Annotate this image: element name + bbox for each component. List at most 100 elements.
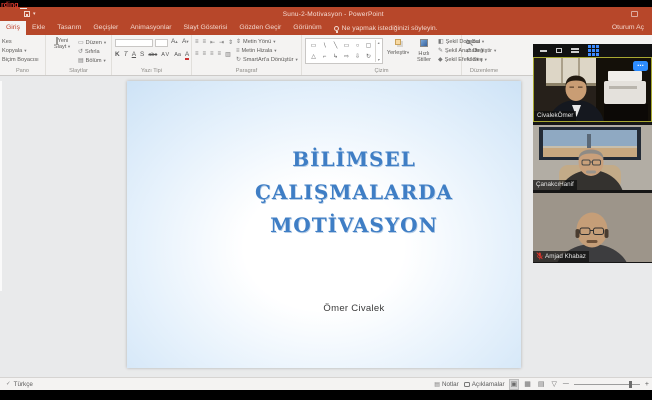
tab-gorunum[interactable]: Görünüm — [287, 21, 327, 35]
normal-view-button[interactable]: ▣ — [510, 380, 519, 389]
text-direction-button[interactable]: ⇕ Metin Yönü▾ — [236, 39, 276, 45]
shape-rectangle2-icon[interactable]: ▭ — [344, 42, 350, 49]
slideshow-button[interactable]: ▽ — [551, 380, 558, 389]
shapes-gallery[interactable]: ▭ ∖ ╲ ▭ ○ ▢ △ ⌐ ↳ ⇨ ⇩ ↻ ▴▾ — [305, 38, 383, 64]
justify-icon[interactable]: ≡ — [218, 51, 222, 58]
slide-title-textbox[interactable]: BİLİMSEL ÇALIŞMALARDA MOTİVASYON — [187, 143, 521, 242]
tab-ekle[interactable]: Ekle — [26, 21, 51, 35]
text-shadow-button[interactable]: S — [140, 51, 144, 58]
new-slide-button[interactable]: Yeni Slayt ▾ — [49, 38, 75, 50]
decrease-indent-icon[interactable]: ⇤ — [210, 39, 215, 46]
video-tile-canakci[interactable]: ÇanakcıHanif — [533, 125, 652, 190]
shape-rectangle-icon[interactable]: ▭ — [311, 42, 317, 49]
zoom-out-button[interactable]: — — [563, 381, 569, 387]
video-tile-civalek[interactable]: ... CivalekÖmer — [533, 57, 652, 122]
align-text-icon: ≡ — [236, 48, 240, 54]
shape-arrow-line-icon[interactable]: ╲ — [334, 42, 338, 49]
tab-animasyonlar[interactable]: Animasyonlar — [124, 21, 177, 35]
shape-line-icon[interactable]: ∖ — [323, 42, 327, 49]
select-button[interactable]: ↖ Seç▾ — [466, 57, 487, 63]
shape-effects-icon: ◆ — [438, 57, 443, 63]
speaker-view-icon[interactable] — [556, 48, 562, 53]
tab-slayt-gosterisi[interactable]: Slayt Gösterisi — [178, 21, 234, 35]
shapes-gallery-scrollbar[interactable]: ▴▾ — [375, 40, 381, 62]
tab-tasarim[interactable]: Tasarım — [51, 21, 87, 35]
shape-circular-arrow-icon[interactable]: ↻ — [366, 53, 371, 60]
shape-rounded-rect-icon[interactable]: ▢ — [366, 42, 372, 49]
shape-arrow-down-icon[interactable]: ⇩ — [355, 53, 360, 60]
ribbon-options-icon[interactable] — [631, 11, 638, 17]
italic-button[interactable]: T — [124, 51, 128, 58]
group-slides: Yeni Slayt ▾ ▭ Düzen▾ ↺ Sıfırla ▤ Bölüm▾… — [46, 35, 112, 75]
zoom-in-button[interactable]: + — [645, 381, 649, 388]
font-color-button[interactable]: A — [185, 51, 189, 60]
group-label-clipboard: Pano — [0, 68, 45, 74]
numbering-icon[interactable]: ≡ — [203, 39, 207, 46]
columns-icon[interactable]: ▥ — [225, 51, 231, 58]
shape-oval-icon[interactable]: ○ — [356, 43, 360, 49]
window-title: Sunu-2-Motivasyon - PowerPoint — [36, 11, 631, 18]
filmstrip-view-icon[interactable] — [571, 48, 579, 53]
align-left-icon[interactable]: ≡ — [195, 51, 199, 58]
group-label-editing: Düzenleme — [462, 68, 506, 74]
tell-me-box[interactable]: Ne yapmak istediğinizi söyleyin. — [328, 21, 444, 35]
slide-author-textbox[interactable]: Ömer Civalek — [187, 303, 521, 314]
minimize-icon[interactable] — [540, 50, 547, 52]
cut-button[interactable]: Kes — [2, 39, 12, 45]
shape-elbow-icon[interactable]: ↳ — [333, 53, 338, 60]
meeting-panel: ... CivalekÖmer — [533, 44, 652, 263]
bullets-icon[interactable]: ≡ — [195, 39, 199, 46]
underline-button[interactable]: A — [132, 51, 136, 58]
zoom-slider[interactable] — [574, 384, 640, 385]
thumbnail-pane-edge[interactable] — [0, 81, 2, 291]
shape-arrow-right-icon[interactable]: ⇨ — [344, 53, 349, 60]
slide-sorter-view-button[interactable]: ▦ — [523, 380, 532, 389]
replace-button[interactable]: ⇄ Değiştir▾ — [466, 48, 496, 54]
align-center-icon[interactable]: ≡ — [203, 51, 207, 58]
format-painter-button[interactable]: Biçim Boyacısı — [2, 57, 39, 63]
convert-smartart-button[interactable]: ↻ SmartArt'a Dönüştür▾ — [236, 57, 298, 63]
strikethrough-button[interactable]: abc — [148, 52, 157, 58]
notes-button[interactable]: ▤ Notlar — [434, 381, 458, 388]
character-spacing-button[interactable]: AV — [161, 52, 170, 58]
shape-triangle-icon[interactable]: △ — [311, 53, 316, 60]
gallery-view-icon[interactable] — [588, 45, 599, 56]
save-icon[interactable] — [24, 11, 30, 17]
slide-canvas[interactable]: BİLİMSEL ÇALIŞMALARDA MOTİVASYON Ömer Ci… — [127, 81, 521, 368]
layout-button[interactable]: ▭ Düzen▾ — [78, 40, 106, 46]
zoom-slider-thumb[interactable] — [629, 381, 632, 388]
increase-indent-icon[interactable]: ⇥ — [219, 39, 224, 46]
quick-styles-button[interactable]: Hızlı Stiller — [411, 39, 437, 63]
font-name-combo[interactable] — [115, 39, 153, 47]
notes-icon: ▤ — [434, 381, 440, 388]
group-label-font: Yazı Tipi — [112, 68, 191, 74]
language-label: Türkçe — [14, 381, 33, 388]
line-spacing-icon[interactable]: ⇕ — [228, 39, 233, 46]
comments-icon — [464, 382, 470, 387]
find-button[interactable]: Bul — [466, 39, 480, 45]
language-indicator[interactable]: ✓ Türkçe — [6, 381, 33, 388]
shrink-font-button[interactable]: A▾ — [182, 38, 189, 45]
tab-gozden-gecir[interactable]: Gözden Geçir — [233, 21, 287, 35]
sign-in-button[interactable]: Oturum Aç — [604, 21, 652, 35]
reset-button[interactable]: ↺ Sıfırla — [78, 49, 100, 55]
tab-giris[interactable]: Giriş — [0, 21, 26, 35]
arrange-button[interactable]: Yerleştir▾ — [386, 39, 410, 56]
copy-button[interactable]: Kopyala▾ — [2, 48, 26, 54]
change-case-button[interactable]: Aa — [174, 52, 181, 58]
grow-font-button[interactable]: A▴ — [171, 38, 178, 45]
comments-button[interactable]: Açıklamalar — [464, 381, 505, 388]
align-text-button[interactable]: ≡ Metin Hizala▾ — [236, 48, 277, 54]
chevron-down-icon: ▾ — [24, 48, 26, 54]
quick-access-toolbar: ▾ — [24, 11, 36, 17]
video-tile-khabaz[interactable]: Amjad Khabaz — [533, 193, 652, 262]
tab-gecisler[interactable]: Geçişler — [87, 21, 124, 35]
section-button[interactable]: ▤ Bölüm▾ — [78, 58, 106, 64]
bold-button[interactable]: K — [115, 51, 120, 58]
font-size-combo[interactable] — [155, 39, 168, 47]
align-right-icon[interactable]: ≡ — [210, 51, 214, 58]
reading-view-button[interactable]: ▤ — [537, 380, 546, 389]
shape-angle-icon[interactable]: ⌐ — [323, 54, 327, 60]
tile-more-button[interactable]: ... — [633, 61, 648, 71]
section-icon: ▤ — [78, 58, 84, 64]
